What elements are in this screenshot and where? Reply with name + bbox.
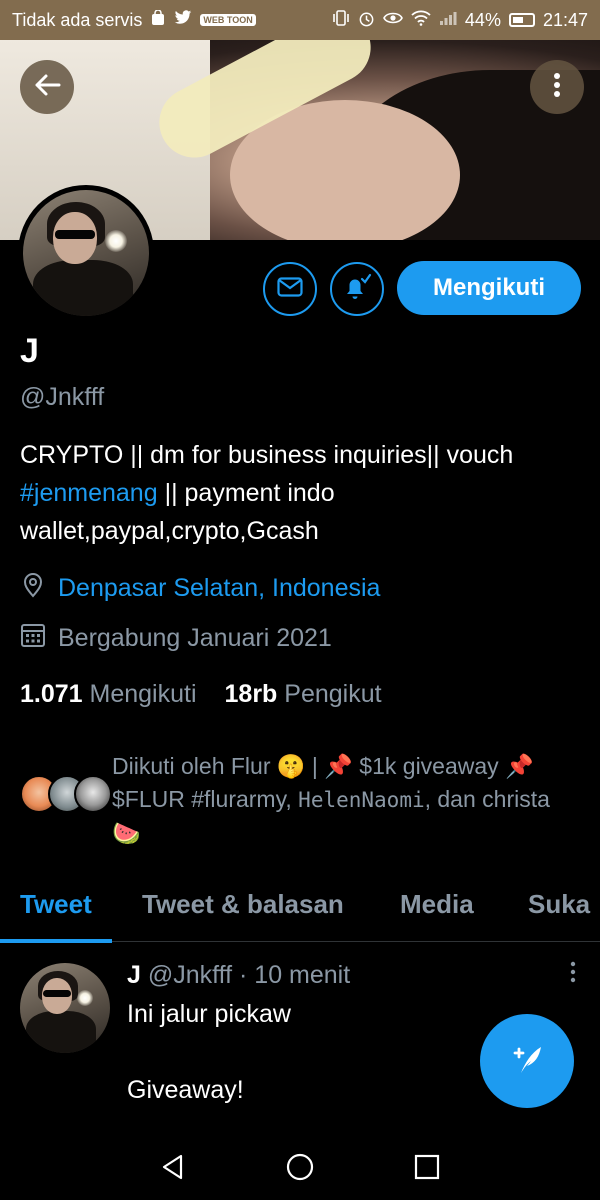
avatar-phone-flash: [105, 230, 127, 252]
profile-bio: CRYPTO || dm for business inquiries|| vo…: [20, 436, 580, 550]
webtoon-icon: WEB TOON: [200, 14, 256, 26]
following-stat[interactable]: 1.071 Mengikuti: [20, 680, 197, 709]
tweet-header: J @Jnkfff · 10 menit: [127, 961, 351, 989]
notifications-button[interactable]: [330, 262, 384, 316]
arrow-left-icon: [33, 73, 61, 102]
avatar-body: [26, 1011, 96, 1053]
tab-media[interactable]: Media: [400, 866, 474, 942]
following-count: 1.071: [20, 680, 83, 708]
join-date-text: Bergabung Januari 2021: [58, 624, 332, 652]
more-options-button[interactable]: [530, 60, 584, 114]
carrier-text: Tidak ada servis: [12, 9, 143, 30]
bio-text: CRYPTO || dm for business inquiries|| vo…: [20, 441, 514, 469]
signal-icon: [439, 10, 457, 30]
tab-tweet[interactable]: Tweet: [0, 866, 112, 943]
recents-square-icon[interactable]: [407, 1147, 447, 1187]
profile-stats: 1.071 Mengikuti 18rb Pengikut: [20, 680, 382, 709]
back-triangle-icon[interactable]: [153, 1147, 193, 1187]
profile-name: J: [20, 332, 39, 370]
mail-icon: [277, 276, 303, 302]
followers-count: 18rb: [224, 680, 278, 708]
avatar[interactable]: [20, 963, 110, 1053]
profile-handle: @Jnkfff: [20, 383, 105, 411]
bell-check-icon: [342, 273, 372, 306]
more-vertical-icon: [570, 961, 576, 989]
profile-avatar[interactable]: [18, 185, 154, 321]
avatar-phone-flash: [77, 990, 93, 1006]
followers-label: Pengikut: [284, 680, 382, 708]
status-bar: Tidak ada servis WEB TOON 44% 21:47: [0, 0, 600, 40]
avatar: [74, 775, 112, 813]
tweet-time: 10 menit: [254, 961, 351, 989]
location-pin-icon: [20, 572, 46, 605]
eye-icon: [383, 11, 403, 29]
bio-hashtag-link[interactable]: #jenmenang: [20, 479, 158, 507]
location-link[interactable]: Denpasar Selatan, Indonesia: [58, 574, 380, 603]
vibrate-icon: [332, 10, 350, 30]
message-button[interactable]: [263, 262, 317, 316]
more-vertical-icon: [553, 72, 561, 103]
followed-by-mono: HelenNaomi: [298, 788, 425, 812]
shopping-bag-icon: [150, 9, 166, 30]
profile-join-date: Bergabung Januari 2021: [20, 622, 332, 655]
followed-by-text: Diikuti oleh Flur 🤫 | 📌 $1k giveaway 📌 $…: [112, 750, 580, 850]
followers-stat[interactable]: 18rb Pengikut: [225, 680, 382, 709]
followed-by-avatars: [20, 775, 112, 815]
following-label: Mengikuti: [89, 680, 197, 708]
home-circle-icon[interactable]: [280, 1147, 320, 1187]
tab-likes[interactable]: Suka: [528, 866, 590, 942]
system-nav-bar: [0, 1133, 600, 1200]
profile-tabs: Tweet Tweet & balasan Media Suka: [0, 866, 600, 943]
clock: 21:47: [542, 9, 588, 30]
tweet-author: J: [127, 961, 141, 989]
tweet-more-button[interactable]: [570, 961, 576, 983]
avatar-sunglasses: [55, 230, 95, 239]
avatar-body: [33, 260, 133, 316]
battery-percent: 44%: [464, 9, 501, 30]
compose-tweet-icon: [507, 1039, 547, 1084]
tweet-text: Ini jalur pickaw Giveaway!: [127, 1000, 291, 1104]
calendar-icon: [20, 622, 46, 655]
followed-by[interactable]: Diikuti oleh Flur 🤫 | 📌 $1k giveaway 📌 $…: [20, 750, 580, 850]
wifi-icon: [411, 10, 431, 30]
twitter-bird-icon: [174, 10, 192, 30]
battery-icon: [508, 13, 535, 27]
profile-location: Denpasar Selatan, Indonesia: [20, 572, 380, 605]
back-button[interactable]: [20, 60, 74, 114]
following-button[interactable]: Mengikuti: [397, 261, 581, 315]
alarm-icon: [358, 10, 375, 31]
tweet-handle: @Jnkfff: [147, 961, 233, 989]
compose-tweet-button[interactable]: [480, 1014, 574, 1108]
tab-tweet-replies[interactable]: Tweet & balasan: [142, 866, 344, 942]
avatar-sunglasses: [43, 990, 71, 997]
